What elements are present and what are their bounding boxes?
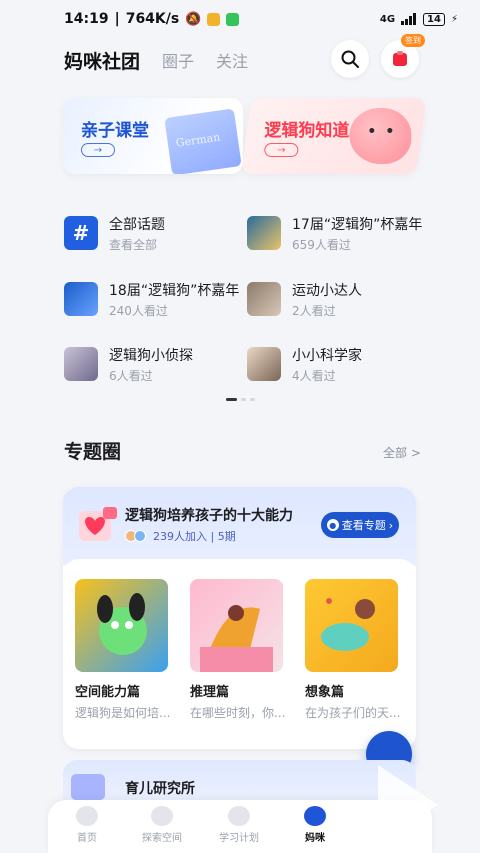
topic-name: 18届“逻辑狗”杯嘉年 [109,283,240,299]
arrow-right-icon: → [264,143,299,157]
battery-icon: 14 [423,12,445,26]
tab-follow[interactable]: 关注 [216,48,248,72]
status-time: 14:19 [64,11,109,27]
banner-title: 亲子课堂 [81,121,149,141]
topic-thumbnail [64,282,98,316]
topic-thumbnail [247,282,281,316]
page-dot [241,398,246,401]
topic-name: 17届“逻辑狗”杯嘉年 [292,217,423,233]
mascot-illustration [349,108,412,164]
signal-icon [401,13,417,25]
top-header: 妈咪社团 圈子 关注 签到 [0,34,480,82]
reasoning-illustration [200,605,273,672]
topic-sub: 6人看过 [109,369,153,383]
topic-item[interactable]: 运动小达人 2人看过 [247,280,427,320]
home-icon [76,806,98,826]
chevron-right-icon: › [388,518,394,532]
view-topic-label: 查看专题 [341,519,386,532]
nav-mommy[interactable]: 妈咪 [280,806,350,844]
item-desc: 在哪些时刻，你... [190,706,286,720]
item-thumbnail[interactable] [305,579,398,672]
checkin-button[interactable]: 签到 [381,34,425,78]
arrow-right-icon: → [81,143,115,157]
network-speed: 764K/s [125,11,180,27]
topic-sub: 659人看过 [292,238,351,252]
topic-item[interactable]: 逻辑狗小侦探 6人看过 [64,345,244,385]
topic-name: 逻辑狗小侦探 [109,348,193,364]
item-thumbnail[interactable] [75,579,168,672]
topic-item[interactable]: 17届“逻辑狗”杯嘉年 659人看过 [247,214,427,254]
card-stats: 239人加入 | 5期 [153,530,236,543]
topic-name: 小小科学家 [292,348,362,364]
mute-icon: 🔕 [185,11,202,27]
topic-thumbnail [64,347,98,381]
topic-sub: 4人看过 [292,369,336,383]
tab-circles[interactable]: 圈子 [162,48,194,72]
topic-sub: 240人看过 [109,304,168,318]
topic-name: 全部话题 [109,217,165,233]
item-title: 想象篇 [305,685,345,700]
notification-icon [207,12,221,26]
topic-item[interactable]: # 全部话题 查看全部 [64,214,244,254]
topic-name: 运动小达人 [292,283,362,299]
topic-thumbnail [247,216,281,250]
item-title: 推理篇 [190,685,230,700]
member-avatars [125,530,149,542]
topic-item[interactable]: 18届“逻辑狗”杯嘉年 240人看过 [64,280,244,320]
topic-thumbnail [247,347,281,381]
signal-label: 4G [379,13,396,25]
view-topic-button[interactable]: ● 查看专题 › [321,512,399,538]
gift-icon [393,51,407,66]
eye-icon: ● [326,519,339,531]
item-thumbnail[interactable] [190,579,283,672]
item-desc: 逻辑狗是如何培... [75,706,171,720]
card-title: 育儿研究所 [125,781,195,797]
topic-item[interactable]: 小小科学家 4人看过 [247,345,427,385]
item-desc: 在为孩子们的天... [305,706,401,720]
mommy-icon [304,806,326,826]
research-icon [71,774,105,800]
nav-study-plan[interactable]: 学习计划 [204,806,274,844]
imagination-illustration [321,598,375,651]
charging-icon: ⚡ [450,13,458,25]
hashtag-icon: # [64,216,98,250]
topic-sub: 查看全部 [109,238,158,252]
hearts-icon [79,507,117,541]
search-icon [341,50,359,68]
item-title: 空间能力篇 [75,685,141,700]
status-bar: 14:19 | 764K/s 🔕 4G 14 ⚡ [64,11,458,27]
checkin-badge: 签到 [401,34,425,47]
banner-parenting-class[interactable]: 亲子课堂 → German [63,98,243,174]
play-watermark-icon [378,765,438,845]
section-title: 专题圈 [64,441,122,463]
planet-icon [151,806,173,826]
topic-sub: 2人看过 [292,304,336,318]
page-dot [250,398,255,401]
wechat-icon [226,12,240,26]
page-indicator [226,398,255,401]
nav-explore[interactable]: 探索空间 [127,806,197,844]
dog-illustration [97,593,147,655]
view-all-link[interactable]: 全部 > [383,444,421,461]
nav-home[interactable]: 首页 [52,806,122,844]
search-button[interactable] [331,40,369,78]
banner-logic-dog[interactable]: 逻辑狗知道 → [241,98,427,174]
card-meta: 239人加入 | 5期 [125,528,236,544]
topic-circle-card[interactable]: 逻辑狗培养孩子的十大能力 239人加入 | 5期 ● 查看专题 › 空间能力篇 … [63,487,416,749]
tab-mommy-club[interactable]: 妈咪社团 [64,47,140,74]
page-dot [226,398,237,401]
robot-icon [228,806,250,826]
banner-title: 逻辑狗知道 [264,121,350,141]
card-title: 逻辑狗培养孩子的十大能力 [125,508,293,524]
book-illustration: German [164,108,242,174]
